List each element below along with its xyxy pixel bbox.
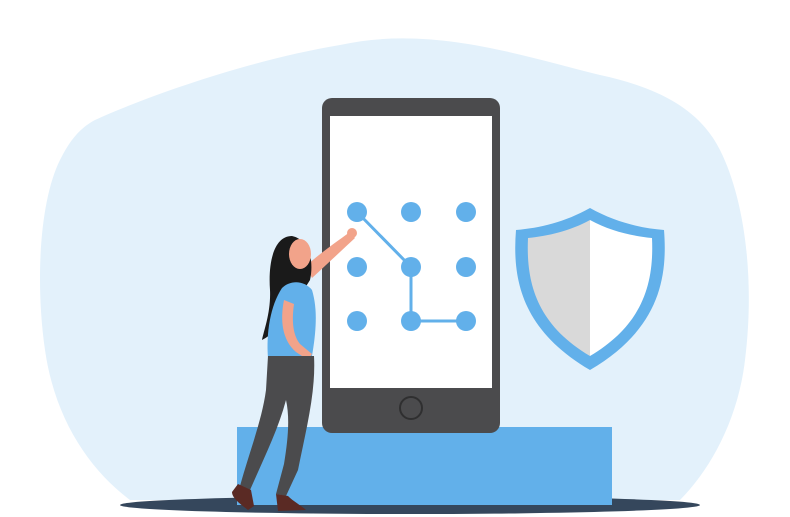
phone-screen [330, 116, 492, 388]
woman-head [289, 239, 311, 269]
woman-hand [347, 228, 357, 238]
pattern-dot [456, 202, 476, 222]
illustration-canvas [40, 38, 749, 514]
pattern-dot [347, 202, 367, 222]
pattern-dot [347, 311, 367, 331]
pattern-lock-illustration [0, 0, 790, 517]
pattern-dot [347, 257, 367, 277]
pattern-dot [401, 257, 421, 277]
pattern-dot [456, 311, 476, 331]
pattern-dot [401, 311, 421, 331]
pattern-dot [401, 202, 421, 222]
pattern-dot [456, 257, 476, 277]
